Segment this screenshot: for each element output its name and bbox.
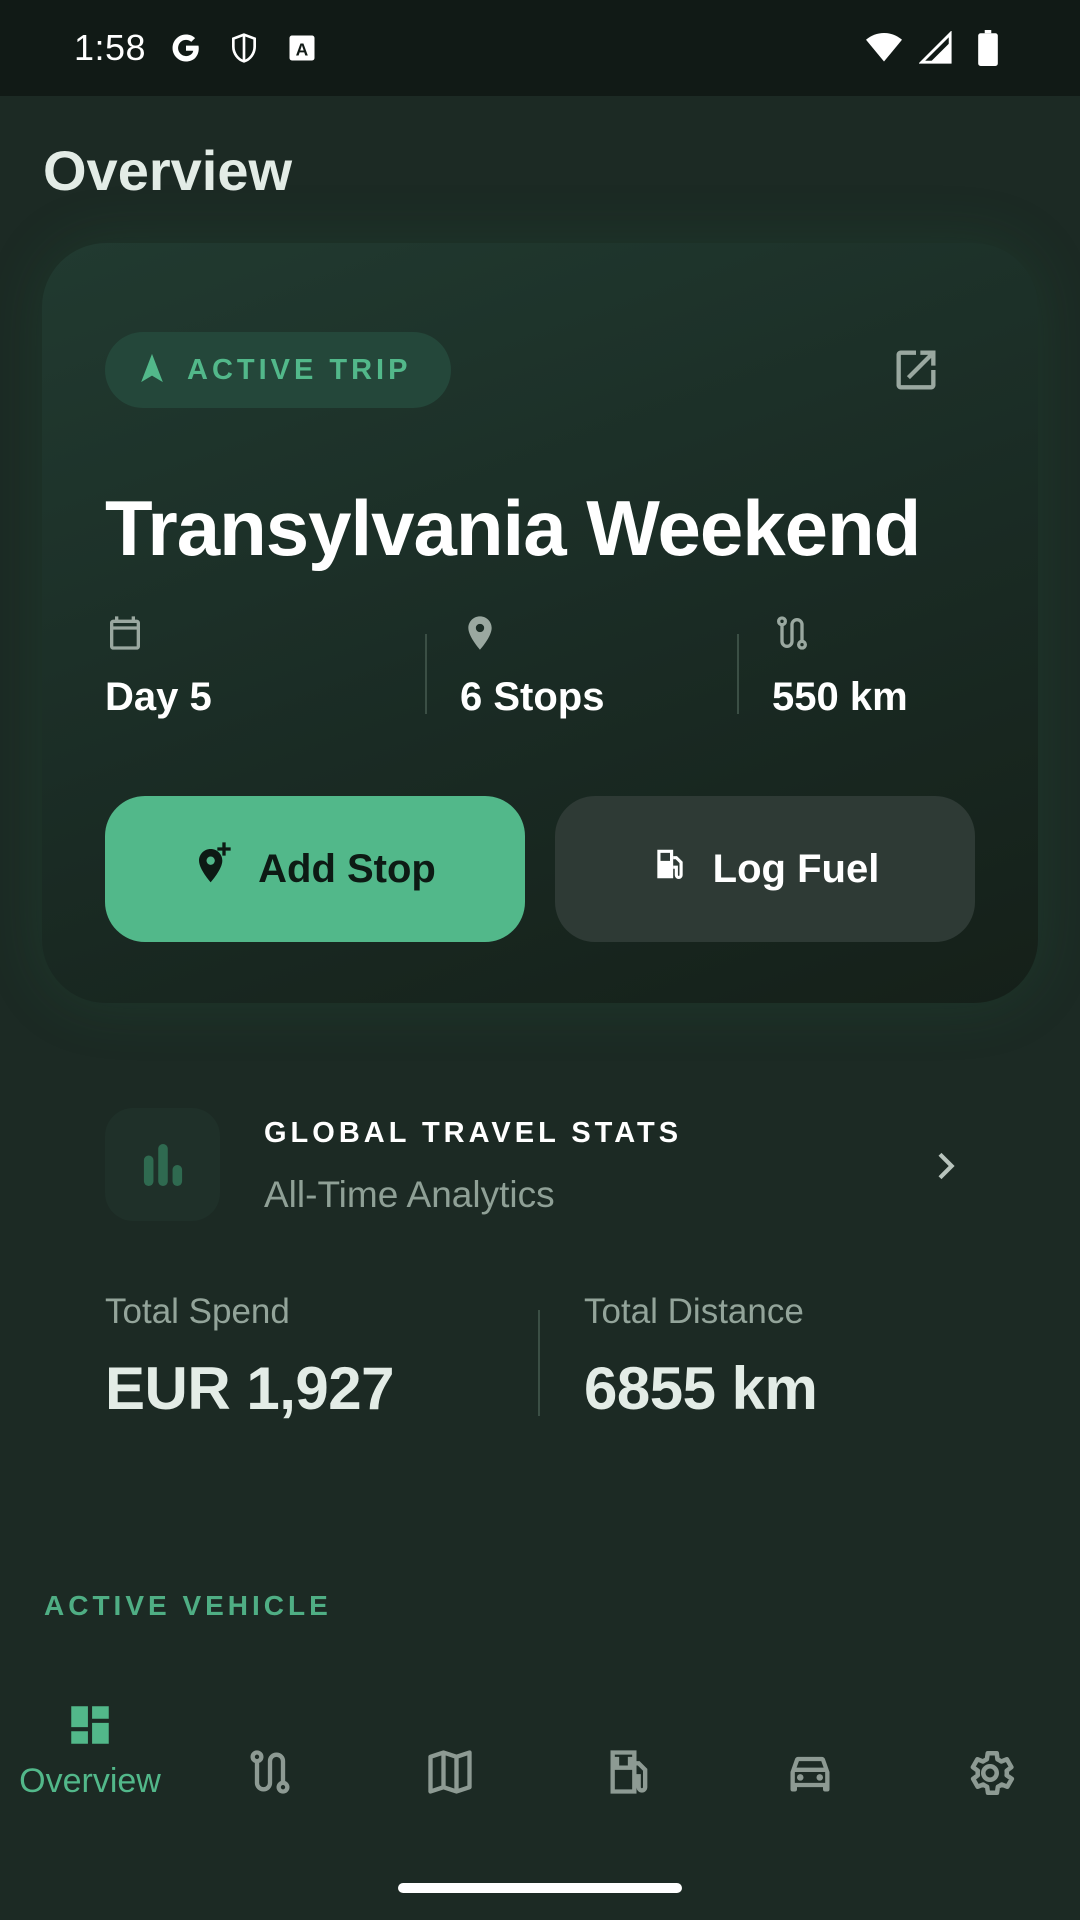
divider [737, 634, 739, 714]
nav-overview-label: Overview [19, 1762, 161, 1800]
trip-stat-value: 6 Stops [460, 675, 605, 719]
page-title: Overview [43, 139, 293, 202]
nav-trips[interactable] [180, 1746, 360, 1798]
route-icon [244, 1746, 296, 1798]
font-a-icon: A [284, 30, 320, 66]
active-vehicle-section-label: ACTIVE VEHICLE [44, 1590, 332, 1621]
chevron-right-icon[interactable] [925, 1146, 965, 1186]
home-indicator[interactable] [398, 1883, 682, 1893]
svg-text:A: A [296, 40, 309, 60]
car-icon [783, 1746, 837, 1798]
route-icon [772, 613, 812, 653]
add-location-icon [194, 842, 234, 896]
fuel-pump-icon [604, 1746, 656, 1798]
calendar-icon [105, 613, 145, 653]
trip-stat-value: 550 km [772, 675, 908, 719]
active-trip-badge-label: ACTIVE TRIP [187, 353, 412, 386]
add-stop-label: Add Stop [258, 846, 436, 891]
divider [538, 1310, 540, 1416]
google-icon [168, 30, 204, 66]
status-time: 1:58 [74, 27, 147, 68]
nav-fuel[interactable] [540, 1746, 720, 1798]
global-stats-row[interactable]: GLOBAL TRAVEL STATS All-Time Analytics [105, 1108, 975, 1223]
status-left: 1:58 A [74, 27, 320, 69]
nav-map[interactable] [360, 1746, 540, 1798]
nav-overview[interactable]: Overview [0, 1700, 180, 1801]
trip-stat-stops: 6 Stops [460, 613, 604, 720]
fuel-pump-icon [651, 844, 689, 894]
gear-icon [963, 1746, 1017, 1800]
metric-value: EUR 1,927 [105, 1355, 395, 1422]
log-fuel-button[interactable]: Log Fuel [555, 796, 975, 942]
nav-vehicle[interactable] [720, 1746, 900, 1798]
trip-stat-value: Day 5 [105, 675, 212, 719]
cell-signal-icon [918, 30, 954, 66]
shield-icon [226, 30, 262, 66]
wifi-icon [866, 30, 902, 66]
global-stats-subtitle: All-Time Analytics [264, 1174, 555, 1215]
trip-title: Transylvania Weekend [105, 484, 921, 572]
battery-icon [970, 30, 1006, 66]
divider [425, 634, 427, 714]
metric-value: 6855 km [584, 1355, 818, 1422]
active-trip-badge: ACTIVE TRIP [105, 332, 451, 408]
navigation-arrow-icon [139, 353, 165, 388]
dashboard-icon [65, 1700, 115, 1750]
add-stop-button[interactable]: Add Stop [105, 796, 525, 942]
log-fuel-label: Log Fuel [712, 846, 880, 891]
global-stats-title: GLOBAL TRAVEL STATS [264, 1117, 683, 1149]
open-external-icon[interactable] [890, 344, 942, 396]
location-pin-icon [460, 613, 500, 653]
status-bar: 1:58 A [0, 0, 1080, 96]
bar-chart-icon [105, 1108, 220, 1221]
total-distance-metric: Total Distance 6855 km [584, 1292, 818, 1423]
trip-stat-day: Day 5 [105, 613, 212, 720]
map-icon [424, 1746, 476, 1798]
metric-label: Total Distance [584, 1292, 804, 1331]
trip-stats: Day 5 6 Stops 550 km [105, 613, 975, 733]
metric-label: Total Spend [105, 1292, 290, 1331]
trip-stat-distance: 550 km [772, 613, 908, 720]
active-trip-card[interactable]: ACTIVE TRIP Transylvania Weekend Day 5 6… [42, 243, 1038, 1003]
nav-settings[interactable] [900, 1746, 1080, 1800]
bottom-navigation: Overview [0, 1700, 1080, 1860]
total-spend-metric: Total Spend EUR 1,927 [105, 1292, 395, 1423]
status-right [866, 30, 1006, 66]
